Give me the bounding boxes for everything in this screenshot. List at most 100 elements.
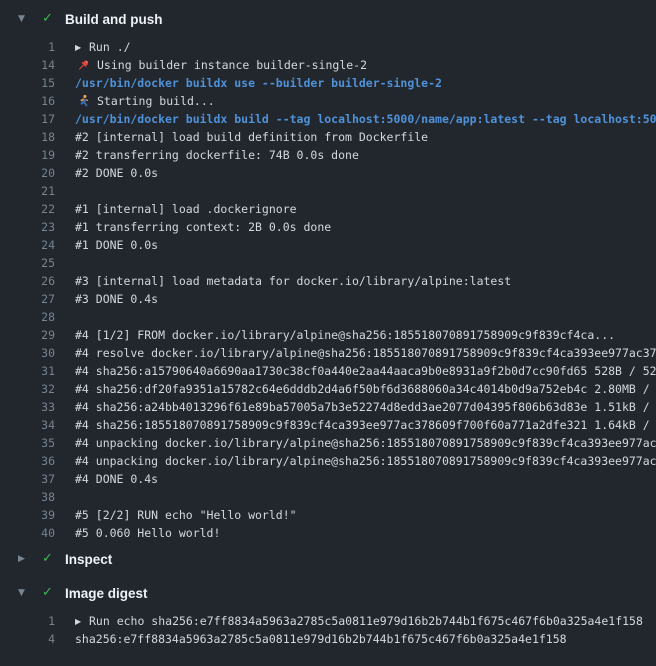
line-number[interactable]: 23: [0, 220, 55, 234]
log-text: #4 sha256:df20fa9351a15782c64e6dddb2d4a6…: [75, 382, 656, 396]
log-line: 36 #4 unpacking docker.io/library/alpine@…: [0, 452, 656, 470]
log-text: #2 transferring dockerfile: 74B 0.0s don…: [75, 148, 359, 162]
runner-icon: [75, 94, 91, 109]
check-icon: ✓: [42, 8, 65, 30]
section-image-digest: ▼✓Image digest 1 ▶ Run echo sha256:e7ff8834…: [0, 582, 656, 648]
section-build-and-push: ▼✓Build and push 1 ▶ Run ./ 14 Using builder …: [0, 8, 656, 542]
line-number[interactable]: 33: [0, 400, 55, 414]
play-icon[interactable]: ▶: [75, 43, 83, 52]
log-text: Starting build...: [97, 94, 215, 108]
line-number[interactable]: 1: [0, 614, 55, 628]
line-number[interactable]: 31: [0, 364, 55, 378]
log-text: #4 sha256:a15790640a6690aa1730c38cf0a440…: [75, 364, 656, 378]
line-number[interactable]: 30: [0, 346, 55, 360]
line-number[interactable]: 37: [0, 472, 55, 486]
line-number[interactable]: 18: [0, 130, 55, 144]
play-icon[interactable]: ▶: [75, 617, 83, 626]
section-header-build-and-push[interactable]: ▼✓Build and push: [0, 8, 656, 30]
log-text: /usr/bin/docker buildx use --builder bui…: [75, 76, 442, 90]
line-number[interactable]: 20: [0, 166, 55, 180]
log-line: 39 #5 [2/2] RUN echo "Hello world!": [0, 506, 656, 524]
line-number[interactable]: 40: [0, 526, 55, 540]
log-text: #2 [internal] load build definition from…: [75, 130, 428, 144]
log-text: #5 [2/2] RUN echo "Hello world!": [75, 508, 297, 522]
actions-log-viewer: ▼✓Build and push1▶Run ./14Using builder …: [0, 8, 656, 666]
line-number[interactable]: 39: [0, 508, 55, 522]
log-line: 22 #1 [internal] load .dockerignore: [0, 200, 656, 218]
log-text: #3 DONE 0.4s: [75, 292, 158, 306]
line-number[interactable]: 34: [0, 418, 55, 432]
log-line: 17/usr/bin/docker buildx build --tag loc…: [0, 110, 656, 128]
log-text: Run echo sha256:e7ff8834a5963a2785c5a081…: [89, 614, 643, 628]
log-line: 23 #1 transferring context: 2B 0.0s done: [0, 218, 656, 236]
log-line: 25: [0, 254, 656, 272]
log-line: 38: [0, 488, 656, 506]
line-number[interactable]: 15: [0, 76, 55, 90]
log-text: #4 unpacking docker.io/library/alpine@sh…: [75, 436, 656, 450]
log-line: 26 #3 [internal] load metadata for docker…: [0, 272, 656, 290]
log-line: 1 ▶ Run echo sha256:e7ff8834a5963a2785c5a0…: [0, 612, 656, 630]
log-text: #2 DONE 0.0s: [75, 166, 158, 180]
check-icon: ✓: [42, 548, 65, 570]
log-line: 30#4 resolve docker.io/library/alpine@sh…: [0, 344, 656, 362]
line-number[interactable]: 17: [0, 112, 55, 126]
log-text: #4 sha256:185518070891758909c9f839cf4ca3…: [75, 418, 656, 432]
log-line: 16 Starting build...: [0, 92, 656, 110]
line-number[interactable]: 29: [0, 328, 55, 342]
line-number[interactable]: 22: [0, 202, 55, 216]
line-number[interactable]: 32: [0, 382, 55, 396]
chevron-down-icon[interactable]: ▼: [18, 582, 42, 604]
line-number[interactable]: 4: [0, 632, 55, 646]
log-text: /usr/bin/docker buildx build --tag local…: [75, 112, 656, 126]
log-lines: 1 ▶ Run ./ 14 Using builder instance builder…: [0, 38, 656, 542]
log-line: 19 #2 transferring dockerfile: 74B 0.0s d…: [0, 146, 656, 164]
line-number[interactable]: 36: [0, 454, 55, 468]
section-header-inspect[interactable]: ▶✓Inspect: [0, 548, 656, 570]
log-line: 28: [0, 308, 656, 326]
line-number[interactable]: 25: [0, 256, 55, 270]
log-line: 24#1 DONE 0.0s: [0, 236, 656, 254]
log-text: #3 [internal] load metadata for docker.i…: [75, 274, 511, 288]
check-icon: ✓: [42, 582, 65, 604]
log-text: #1 transferring context: 2B 0.0s done: [75, 220, 331, 234]
line-number[interactable]: 1: [0, 40, 55, 54]
log-text: #4 unpacking docker.io/library/alpine@sh…: [75, 454, 656, 468]
log-line: 29 #4 [1/2] FROM docker.io/library/alpine…: [0, 326, 656, 344]
line-number[interactable]: 28: [0, 310, 55, 324]
line-number[interactable]: 14: [0, 58, 55, 72]
line-number[interactable]: 21: [0, 184, 55, 198]
line-number[interactable]: 38: [0, 490, 55, 504]
log-text: #4 [1/2] FROM docker.io/library/alpine@s…: [75, 328, 615, 342]
log-lines: 1 ▶ Run echo sha256:e7ff8834a5963a2785c5a0…: [0, 612, 656, 648]
chevron-right-icon[interactable]: ▶: [18, 548, 42, 570]
log-line: 20 #2 DONE 0.0s: [0, 164, 656, 182]
log-line: 40 #5 0.060 Hello world!: [0, 524, 656, 542]
log-text: #4 DONE 0.4s: [75, 472, 158, 486]
log-line: 32 #4 sha256:df20fa9351a15782c64e6dddb2d4…: [0, 380, 656, 398]
line-number[interactable]: 27: [0, 292, 55, 306]
section-title[interactable]: Build and push: [65, 12, 163, 27]
log-line: 34 #4 sha256:185518070891758909c9f839cf4c…: [0, 416, 656, 434]
log-line: 18 #2 [internal] load build definition fr…: [0, 128, 656, 146]
chevron-down-icon[interactable]: ▼: [18, 8, 42, 30]
log-text: Using builder instance builder-single-2: [97, 58, 367, 72]
log-text: #1 [internal] load .dockerignore: [75, 202, 297, 216]
log-text: sha256:e7ff8834a5963a2785c5a0811e979d16b…: [75, 632, 567, 646]
log-text: Run ./: [89, 40, 131, 54]
log-line: 14 Using builder instance builder-single-…: [0, 56, 656, 74]
section-header-image-digest[interactable]: ▼✓Image digest: [0, 582, 656, 604]
line-number[interactable]: 16: [0, 94, 55, 108]
section-title[interactable]: Image digest: [65, 586, 148, 601]
line-number[interactable]: 19: [0, 148, 55, 162]
line-number[interactable]: 26: [0, 274, 55, 288]
pushpin-icon: [75, 58, 91, 73]
log-line: 35 #4 unpacking docker.io/library/alpine@…: [0, 434, 656, 452]
line-number[interactable]: 35: [0, 436, 55, 450]
log-line: 37 #4 DONE 0.4s: [0, 470, 656, 488]
line-number[interactable]: 24: [0, 238, 55, 252]
section-title[interactable]: Inspect: [65, 552, 112, 567]
log-text: #5 0.060 Hello world!: [75, 526, 220, 540]
log-line: 27 #3 DONE 0.4s: [0, 290, 656, 308]
log-line: 31 #4 sha256:a15790640a6690aa1730c38cf0a4…: [0, 362, 656, 380]
log-line: 15/usr/bin/docker buildx use --builder b…: [0, 74, 656, 92]
